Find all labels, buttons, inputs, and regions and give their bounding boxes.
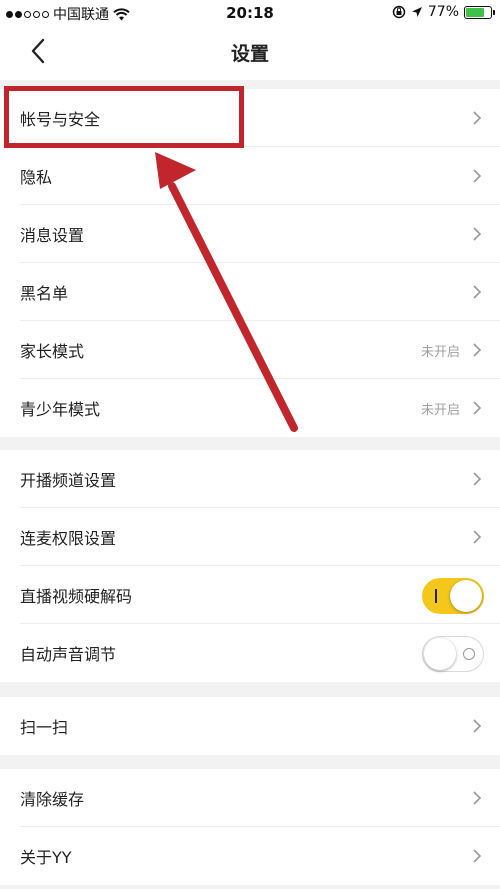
chevron-right-icon xyxy=(473,719,482,733)
chevron-right-icon xyxy=(473,849,482,863)
row-label: 开播频道设置 xyxy=(20,471,117,490)
row-label: 黑名单 xyxy=(20,284,69,303)
navigation-bar: 设置 xyxy=(0,26,500,80)
settings-group-live: 开播频道设置 连麦权限设置 直播视频硬解码 自动声音调节 xyxy=(0,450,500,682)
battery-icon xyxy=(464,5,495,19)
settings-row-teen-mode[interactable]: 青少年模式 未开启 xyxy=(0,379,500,437)
auto-volume-toggle[interactable] xyxy=(422,636,484,672)
settings-row-message[interactable]: 消息设置 xyxy=(0,205,500,263)
settings-group-scan: 扫一扫 xyxy=(0,697,500,755)
chevron-right-icon xyxy=(473,472,482,486)
chevron-right-icon xyxy=(473,169,482,183)
page-title: 设置 xyxy=(230,43,269,65)
settings-row-parent-mode[interactable]: 家长模式 未开启 xyxy=(0,321,500,379)
status-right-group: 77% xyxy=(392,4,495,20)
settings-row-blacklist[interactable]: 黑名单 xyxy=(0,263,500,321)
row-label: 青少年模式 xyxy=(20,400,101,419)
settings-row-privacy[interactable]: 隐私 xyxy=(0,147,500,205)
status-value: 未开启 xyxy=(420,345,460,360)
row-label: 直播视频硬解码 xyxy=(20,587,133,606)
row-label: 自动声音调节 xyxy=(20,645,117,664)
row-label: 家长模式 xyxy=(20,342,85,361)
location-arrow-icon xyxy=(411,7,422,17)
settings-row-scan[interactable]: 扫一扫 xyxy=(0,697,500,755)
row-label: 清除缓存 xyxy=(20,790,85,809)
chevron-right-icon xyxy=(473,343,482,357)
settings-row-auto-volume: 自动声音调节 xyxy=(0,624,500,682)
chevron-right-icon xyxy=(473,530,482,544)
settings-row-about[interactable]: 关于YY xyxy=(0,827,500,885)
hw-decode-toggle[interactable] xyxy=(422,578,484,614)
status-bar: 中国联通 20:18 77% xyxy=(0,0,500,26)
row-label: 关于YY xyxy=(20,848,72,867)
battery-percent: 77% xyxy=(427,4,459,20)
chevron-right-icon xyxy=(473,111,482,125)
chevron-right-icon xyxy=(473,791,482,805)
row-label: 消息设置 xyxy=(20,226,85,245)
annotation-highlight-box xyxy=(4,86,244,148)
row-label: 扫一扫 xyxy=(20,718,69,737)
row-label: 连麦权限设置 xyxy=(20,529,117,548)
settings-group-misc: 清除缓存 关于YY xyxy=(0,769,500,885)
row-label: 隐私 xyxy=(20,168,53,187)
status-value: 未开启 xyxy=(420,403,460,418)
chevron-right-icon xyxy=(473,285,482,299)
settings-row-mic-permission[interactable]: 连麦权限设置 xyxy=(0,508,500,566)
settings-row-channel[interactable]: 开播频道设置 xyxy=(0,450,500,508)
chevron-right-icon xyxy=(473,227,482,241)
settings-row-clear-cache[interactable]: 清除缓存 xyxy=(0,769,500,827)
settings-row-hw-decode: 直播视频硬解码 xyxy=(0,566,500,624)
chevron-right-icon xyxy=(473,401,482,415)
rotation-lock-icon xyxy=(392,5,406,19)
